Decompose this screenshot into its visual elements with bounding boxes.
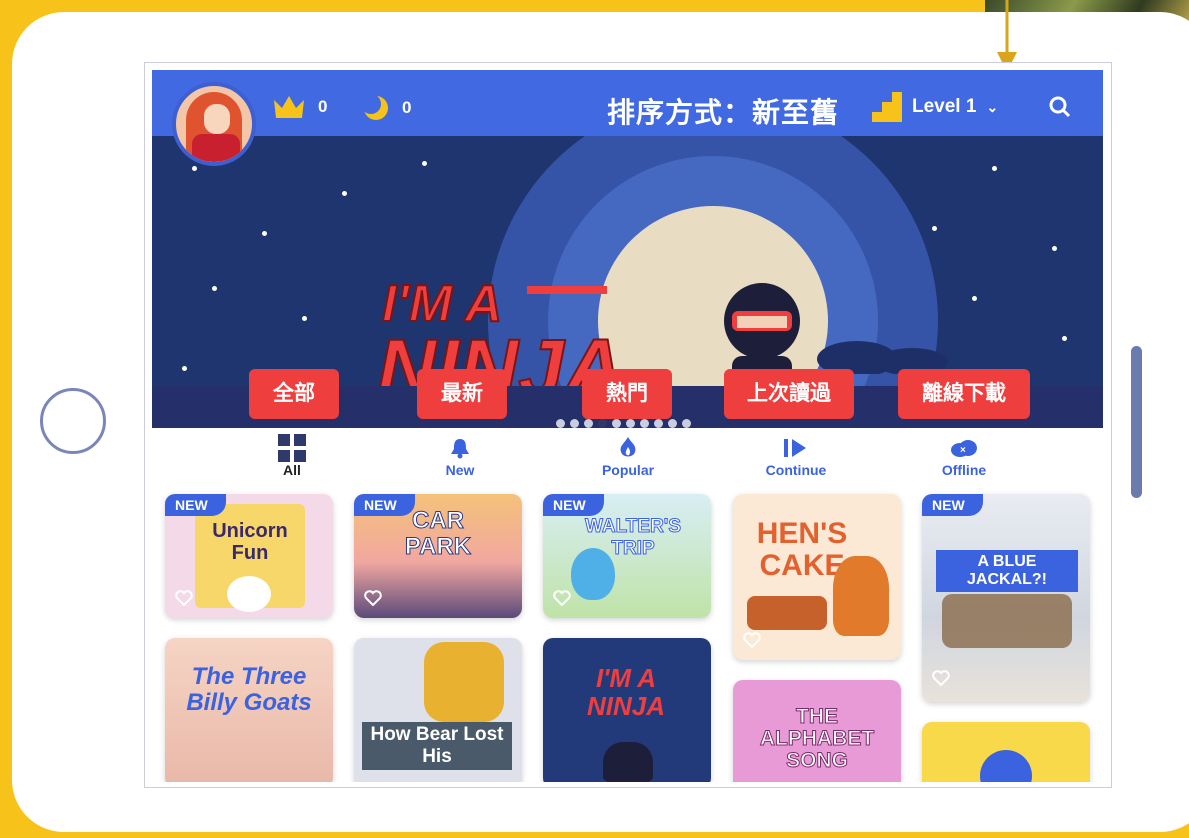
tab-label: Offline (941, 462, 987, 478)
tab-all[interactable]: All (242, 434, 342, 478)
tab-offline[interactable]: × Offline (914, 434, 1014, 478)
book-card[interactable]: CAR PARK NEW (354, 494, 522, 618)
home-button[interactable] (40, 388, 106, 454)
book-card[interactable]: How Bear Lost His (354, 638, 522, 782)
search-icon[interactable] (1047, 94, 1073, 120)
tab-bar: All New Popular Continue × Offline (152, 434, 1103, 494)
book-title: THE ALPHABET SONG (759, 705, 875, 772)
heart-icon[interactable] (743, 632, 761, 648)
book-card[interactable]: I'M A NINJA (543, 638, 711, 782)
heart-icon[interactable] (364, 590, 382, 606)
new-badge: NEW (354, 494, 415, 516)
sort-label[interactable]: 排序方式：新至舊 (607, 91, 839, 131)
moon-stat[interactable]: 0 (362, 94, 411, 122)
moon-icon (362, 94, 388, 120)
book-title: How Bear Lost His (362, 722, 512, 770)
book-title: The Three Billy Goats (186, 663, 312, 716)
book-card[interactable]: WALTER'S TRIP NEW (543, 494, 711, 618)
tab-label: New (445, 462, 475, 478)
grid-icon (278, 434, 306, 462)
new-badge: NEW (922, 494, 983, 516)
tab-label: All (283, 462, 301, 478)
cloud-offline-icon: × (951, 440, 977, 457)
cloud-illustration (817, 341, 948, 374)
avatar[interactable] (172, 82, 256, 166)
book-card[interactable]: THE ALPHABET SONG (733, 680, 901, 782)
book-grid: Unicorn Fun NEW CAR PARK NEW WALTER'S TR… (152, 494, 1103, 782)
svg-text:×: × (960, 445, 966, 456)
heart-icon[interactable] (932, 670, 950, 686)
filter-offline-button[interactable]: 離線下載 (898, 369, 1030, 419)
filter-continue-button[interactable]: 上次讀過 (724, 369, 854, 419)
tab-label: Popular (601, 462, 655, 478)
book-card[interactable]: HEN'S CAKE (733, 494, 901, 660)
heart-icon[interactable] (175, 590, 193, 606)
book-title: I'M A NINJA (586, 663, 665, 721)
bell-icon (451, 439, 469, 459)
filter-all-button[interactable]: 全部 (249, 369, 339, 419)
filter-popular-button[interactable]: 熱門 (582, 369, 672, 419)
chevron-down-icon: ⌄ (986, 98, 999, 115)
filter-new-button[interactable]: 最新 (417, 369, 507, 419)
new-badge: NEW (543, 494, 604, 516)
crown-icon (274, 96, 304, 118)
crown-count: 0 (318, 97, 328, 116)
tab-popular[interactable]: Popular (578, 434, 678, 478)
carousel-dots[interactable] (556, 419, 691, 428)
tab-continue[interactable]: Continue (746, 434, 846, 478)
crown-stat[interactable]: 0 (272, 94, 327, 120)
flame-icon (620, 437, 636, 457)
side-button[interactable] (1131, 346, 1142, 498)
level-label: Level 1 (912, 96, 977, 117)
app-screen: 0 0 排序方式：新至舊 Level 1 ⌄ I'M A 全部 最新 熱門 上次… (144, 62, 1112, 788)
tab-label: Continue (765, 462, 827, 478)
play-continue-icon (784, 439, 806, 457)
tab-new[interactable]: New (410, 434, 510, 478)
book-card[interactable]: A BLUE JACKAL?! NEW (922, 494, 1090, 702)
book-card[interactable]: Unicorn Fun NEW (165, 494, 333, 618)
book-card[interactable]: The Three Billy Goats (165, 638, 333, 782)
stairs-icon (872, 92, 902, 122)
book-title: A BLUE JACKAL?! (936, 550, 1078, 592)
top-bar: 0 0 排序方式：新至舊 Level 1 ⌄ (152, 70, 1103, 144)
moon-count: 0 (402, 98, 412, 117)
book-title: Unicorn Fun (212, 520, 288, 564)
new-badge: NEW (165, 494, 226, 516)
level-selector[interactable]: Level 1 ⌄ (870, 92, 998, 122)
heart-icon[interactable] (553, 590, 571, 606)
book-card[interactable] (922, 722, 1090, 782)
